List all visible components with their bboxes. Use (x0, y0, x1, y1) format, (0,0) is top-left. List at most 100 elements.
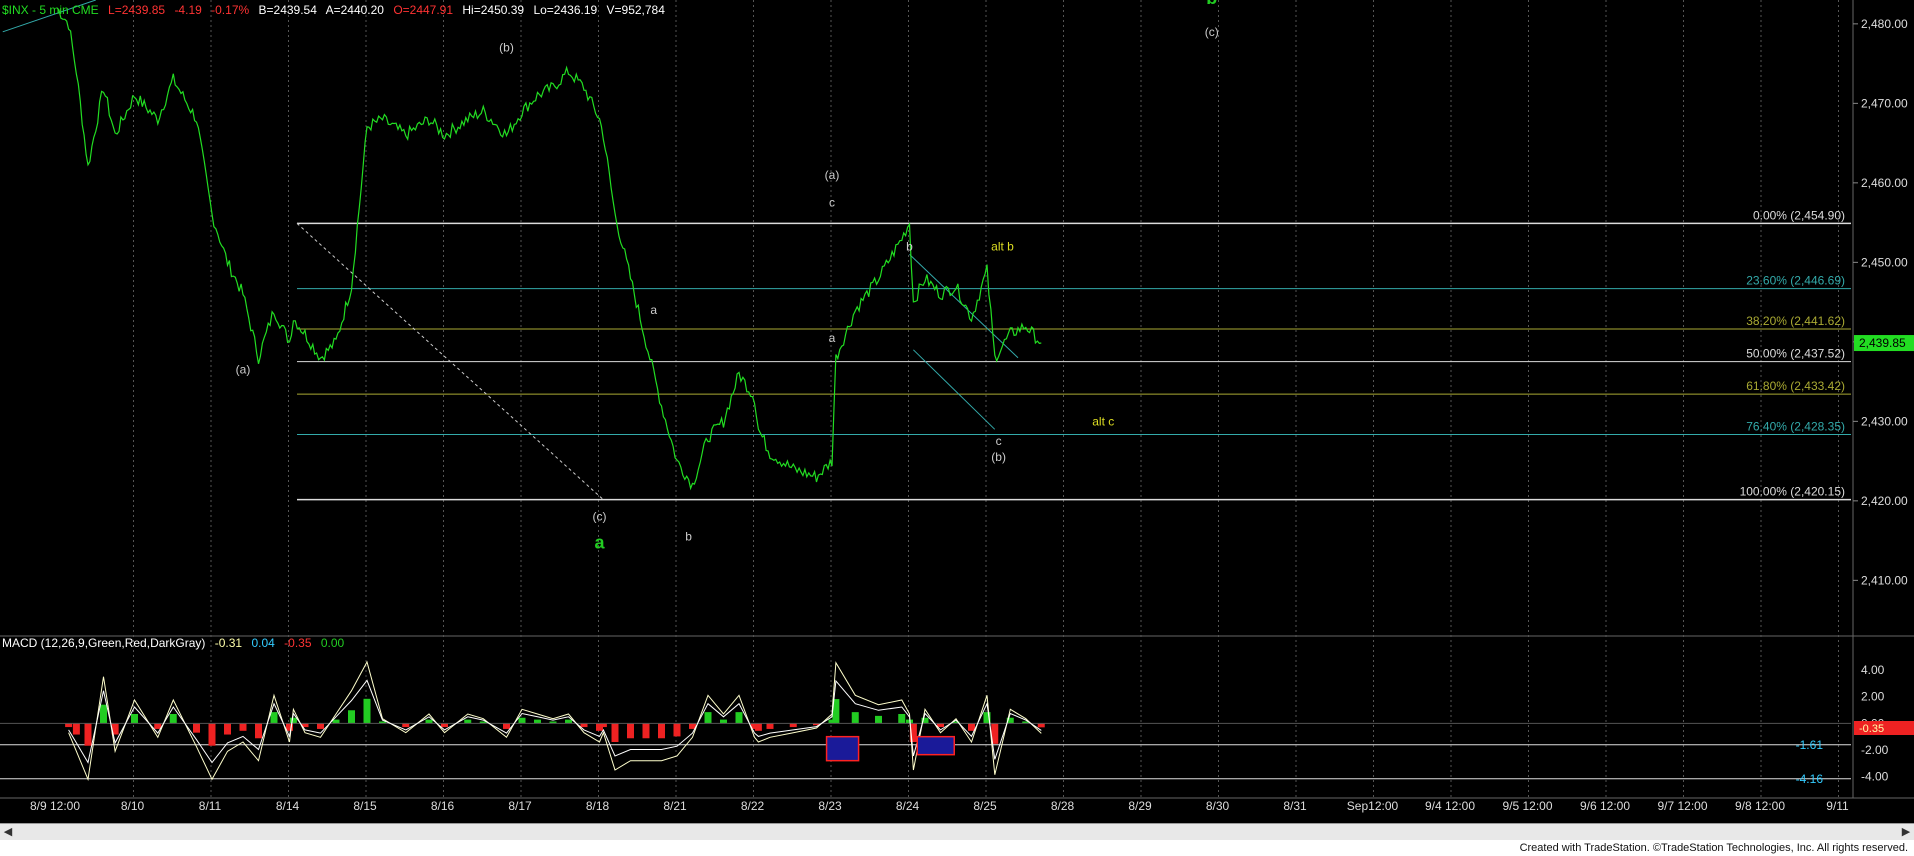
last-price-label: 2,439.85 (1859, 336, 1906, 350)
macd-histogram-bar (565, 719, 572, 724)
change-value: -4.19 (174, 3, 202, 17)
fib-level-label: 38.20% (2,441.62) (1746, 314, 1845, 328)
macd-histogram-bar (503, 723, 510, 729)
wave-label: a (594, 533, 605, 553)
macd-histogram-bar (580, 723, 588, 728)
macd-histogram-bar (673, 723, 681, 737)
bid-price: B=2439.54 (258, 3, 317, 17)
x-tick-label: 8/29 (1128, 799, 1152, 813)
last-price: L=2439.85 (108, 3, 166, 17)
fib-level-label: 0.00% (2,454.90) (1753, 208, 1845, 222)
macd-line (68, 660, 1042, 782)
footer-credit: Created with TradeStation. ©TradeStation… (1519, 842, 1908, 854)
macd-histogram-bar (193, 723, 200, 733)
macd-tick-label: 2.00 (1861, 690, 1885, 704)
fib-level-label: 100.00% (2,420.15) (1740, 485, 1845, 499)
wave-label: (b) (499, 41, 514, 55)
fib-level-label: 23.60% (2,446.69) (1746, 274, 1845, 288)
macd-last-label: -0.35 (1859, 723, 1884, 735)
macd-histogram-bar (851, 712, 859, 724)
macd-value-4: 0.00 (320, 636, 345, 650)
macd-label: MACD (12,26,9,Green,Red,DarkGray) (2, 636, 206, 650)
macd-histogram-bar (270, 712, 278, 724)
wave-label: (c) (593, 510, 607, 524)
macd-histogram-bar (317, 723, 324, 729)
macd-histogram-bar (968, 723, 975, 731)
x-tick-label: 9/5 12:00 (1502, 799, 1552, 813)
y-tick-label: 2,410.00 (1861, 573, 1908, 587)
macd-histogram-bar (100, 704, 107, 724)
open-price: O=2447.91 (393, 3, 454, 17)
macd-histogram-bar (441, 723, 448, 728)
wave-label: b (1206, 0, 1217, 8)
wave-label: alt c (1092, 414, 1114, 428)
macd-histogram-bar (224, 723, 231, 735)
x-tick-label: Sep12:00 (1347, 799, 1399, 813)
macd-signal-line (68, 679, 1042, 764)
wave-label: a (829, 331, 836, 345)
wave-label: c (996, 434, 1002, 448)
macd-histogram-bar (425, 719, 433, 724)
ask-price: A=2440.20 (325, 3, 384, 17)
macd-histogram-bar (937, 723, 944, 728)
horizontal-scrollbar[interactable]: ◀ ▶ (0, 823, 1914, 840)
macd-histogram-bar (627, 723, 634, 739)
macd-histogram-bar (289, 717, 297, 724)
wave-label: b (906, 239, 913, 253)
chart-header: $INX - 5 min CME L=2439.85 -4.19 -0.17% … (2, 3, 671, 17)
fib-level-label: 61.80% (2,433.42) (1746, 379, 1845, 393)
macd-histogram-bar (735, 712, 743, 724)
macd-histogram-bar (348, 710, 355, 724)
macd-histogram-bar (898, 714, 906, 724)
x-tick-label: 8/17 (508, 799, 532, 813)
volume-value: V=952,784 (606, 3, 665, 17)
macd-tick-label: -2.00 (1861, 743, 1889, 757)
x-tick-label: 8/11 (199, 799, 222, 813)
macd-tick-label: -4.00 (1861, 770, 1889, 784)
x-tick-label: 9/11 (1826, 799, 1849, 813)
y-tick-label: 2,450.00 (1861, 255, 1908, 269)
macd-histogram-bar (599, 723, 607, 728)
price-line (56, 7, 1042, 491)
macd-histogram-bar (518, 717, 526, 724)
macd-histogram-bar (72, 723, 80, 735)
macd-histogram-bar (534, 719, 541, 724)
x-tick-label: 8/16 (431, 799, 455, 813)
x-tick-label: 8/23 (818, 799, 842, 813)
macd-histogram-bar (255, 723, 262, 739)
x-tick-label: 8/9 12:00 (30, 799, 80, 813)
scroll-left-icon[interactable]: ◀ (0, 824, 16, 840)
wave-label: (c) (1205, 25, 1219, 39)
x-tick-label: 8/21 (663, 799, 687, 813)
wave-label: (a) (825, 168, 840, 182)
wave-label: (a) (236, 363, 251, 377)
macd-highlight-box (916, 735, 955, 756)
y-tick-label: 2,420.00 (1861, 494, 1908, 508)
fib-level-label: 76.40% (2,428.35) (1746, 419, 1845, 433)
macd-histogram-bar (169, 714, 177, 724)
footer-bar: Created with TradeStation. ©TradeStation… (0, 840, 1914, 856)
macd-histogram-bar (131, 714, 138, 724)
macd-highlight-box (825, 735, 860, 762)
macd-histogram-bar (1037, 723, 1045, 728)
macd-tick-label: 4.00 (1861, 663, 1885, 677)
scroll-right-icon[interactable]: ▶ (1898, 824, 1914, 840)
macd-level-label: -4.16 (1796, 772, 1824, 786)
macd-histogram-bar (332, 719, 340, 724)
fib-level-label: 50.00% (2,437.52) (1746, 347, 1845, 361)
x-tick-label: 8/18 (586, 799, 610, 813)
wave-label: a (650, 303, 657, 317)
macd-histogram-bar (754, 723, 762, 731)
x-tick-label: 9/6 12:00 (1580, 799, 1630, 813)
price-chart[interactable]: 2,480.002,470.002,460.002,450.002,440.00… (0, 0, 1914, 856)
macd-level-label: -1.61 (1796, 738, 1824, 752)
x-tick-label: 8/22 (741, 799, 765, 813)
macd-histogram-bar (766, 723, 774, 729)
macd-histogram-bar (402, 723, 410, 728)
macd-histogram-bar (65, 723, 73, 728)
y-tick-label: 2,430.00 (1861, 414, 1908, 428)
macd-value-2: 0.04 (251, 636, 275, 650)
x-tick-label: 9/4 12:00 (1425, 799, 1475, 813)
x-tick-label: 8/28 (1051, 799, 1075, 813)
x-tick-label: 8/30 (1206, 799, 1230, 813)
